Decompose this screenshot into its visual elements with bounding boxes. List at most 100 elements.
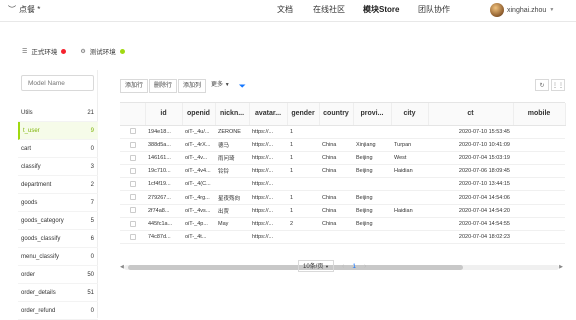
table-row[interactable]: 146161... oiT-_4v... 雨问琦 https://... 1 China B… [120,151,565,166]
cell-nickn[interactable]: 德马 [215,138,249,152]
cell-avatar[interactable]: https://... [249,125,287,139]
cell-country[interactable] [319,177,353,192]
cell-gender[interactable] [287,230,319,245]
cell-mobile[interactable] [513,190,565,205]
cell-provi[interactable]: Xinjiang [353,138,391,152]
cell-provi[interactable] [353,125,391,139]
column-header[interactable]: avatar... [249,103,288,126]
env-test-label[interactable]: 测试环境 [90,46,116,56]
sidebar-item-menu-classify[interactable]: menu_classify 0 [18,248,98,266]
cell-avatar[interactable]: https://... [249,230,287,245]
cell-city[interactable] [391,217,428,232]
cell-avatar[interactable]: https://... [249,151,287,166]
table-row[interactable]: 445fc1a... oiT-_4p... May https://... 2 China… [120,217,565,232]
scroll-left-icon[interactable]: ◀ [120,264,124,270]
columns-icon[interactable]: ⋮⋮ [551,79,565,91]
scroll-right-icon[interactable]: ▶ [559,264,563,270]
cell-country[interactable]: China [319,204,353,218]
table-row[interactable]: 194e18... oiT-_4u/... ZERONE https://... 1 20… [120,125,565,139]
cell-gender[interactable]: 1 [287,151,319,166]
cell-openid[interactable]: oiT-_4rX... [182,138,215,152]
cell-avatar[interactable]: https://... [249,204,287,218]
cell-openid[interactable]: oiT-_4(C... [182,177,215,192]
cell-id[interactable]: 194e18... [145,125,182,139]
cell-provi[interactable] [353,230,391,245]
cell-provi[interactable]: Beijing [353,164,391,179]
cell-gender[interactable]: 1 [287,204,319,218]
cell-mobile[interactable] [513,177,565,192]
column-header[interactable]: country [319,103,354,126]
cell-city[interactable]: Haidian [391,164,428,179]
sidebar-item-cart[interactable]: cart 0 [18,140,98,158]
more-button[interactable]: 更多 ▼ [207,79,234,93]
cell-id[interactable]: 1cf4f19... [145,177,182,192]
cell-mobile[interactable] [513,217,565,232]
cell-city[interactable]: Turpan [391,138,428,152]
column-header[interactable]: city [391,103,429,126]
cell-city[interactable] [391,177,428,192]
cell-provi[interactable]: Beijing [353,151,391,166]
app-title[interactable]: ︶ 点餐 * [8,4,40,15]
cell-nickn[interactable]: 雨问琦 [215,151,249,166]
cell-country[interactable]: China [319,217,353,232]
cell-ct[interactable]: 2020-07-10 10:41:09 [428,138,513,152]
cell-ct[interactable]: 2020-07-10 15:53:45 [428,125,513,139]
prev-page-icon[interactable]: ‹ [342,263,344,270]
cell-nickn[interactable] [215,177,249,192]
sidebar-item-goods[interactable]: goods 7 [18,194,98,212]
cell-id[interactable]: 19c710... [145,164,182,179]
sidebar-item-goods-classify[interactable]: goods_classify 6 [18,230,98,248]
cell-ct[interactable]: 2020-07-06 18:09:45 [428,164,513,179]
model-search-input[interactable] [21,75,94,91]
row-checkbox[interactable] [129,220,136,227]
cell-avatar[interactable]: https://... [249,164,287,179]
cell-ct[interactable]: 2020-07-04 15:03:19 [428,151,513,166]
sidebar-item-goods-category[interactable]: goods_category 5 [18,212,98,230]
cell-mobile[interactable] [513,230,565,245]
cell-mobile[interactable] [513,125,565,139]
cell-id[interactable]: 146161... [145,151,182,166]
cell-nickn[interactable] [215,230,249,245]
row-checkbox[interactable] [129,154,136,161]
table-row[interactable]: 74c87d... oiT-_4t... https://... 2020-07-04… [120,230,565,245]
cell-country[interactable] [319,125,353,139]
cell-openid[interactable]: oiT-_4v... [182,151,215,166]
nav-community[interactable]: 在线社区 [313,4,345,15]
sidebar-item-order[interactable]: order 50 [18,266,98,284]
cell-ct[interactable]: 2020-07-04 18:02:23 [428,230,513,245]
cell-mobile[interactable] [513,151,565,166]
column-header[interactable]: gender [287,103,320,126]
cell-id[interactable]: 74c87d... [145,230,182,245]
cell-gender[interactable]: 1 [287,138,319,152]
cell-openid[interactable]: oiT-_4u/... [182,125,215,139]
sidebar-item-order-refund[interactable]: order_refund 0 [18,302,98,320]
cell-city[interactable]: Haidian [391,204,428,218]
row-checkbox[interactable] [129,181,136,188]
add-column-button[interactable]: 添加列 [178,79,207,93]
cell-ct[interactable]: 2020-07-10 13:44:15 [428,177,513,192]
page-size-select[interactable]: 10条/页 ▼ [298,260,334,272]
cell-avatar[interactable]: https://... [249,217,287,232]
sidebar-item-t-user[interactable]: t_user 9 [18,122,98,140]
cell-nickn[interactable]: 星夜殇向 [215,190,249,205]
cell-avatar[interactable]: https://... [249,138,287,152]
column-header[interactable]: openid [182,103,216,126]
cell-gender[interactable]: 1 [287,190,319,205]
cell-id[interactable]: 445fc1a... [145,217,182,232]
cell-city[interactable] [391,190,428,205]
sidebar-item-department[interactable]: department 2 [18,176,98,194]
cell-ct[interactable]: 2020-07-04 14:54:20 [428,204,513,218]
column-header[interactable]: id [145,103,183,126]
scrollbar-thumb[interactable] [128,265,463,270]
nav-team[interactable]: 团队协作 [418,4,450,15]
env-prod-label[interactable]: 正式环境 [31,46,57,56]
cell-mobile[interactable] [513,164,565,179]
cell-ct[interactable]: 2020-07-04 14:54:55 [428,217,513,232]
cell-id[interactable]: 388d5a... [145,138,182,152]
table-row[interactable]: 1cf4f19... oiT-_4(C... https://... 2020-07-… [120,177,565,192]
cell-provi[interactable]: Beijing [353,217,391,232]
cell-mobile[interactable] [513,204,565,218]
column-header[interactable]: nickn... [215,103,250,126]
add-row-button[interactable]: 添加行 [120,79,149,93]
cell-nickn[interactable]: ZERONE [215,125,249,139]
